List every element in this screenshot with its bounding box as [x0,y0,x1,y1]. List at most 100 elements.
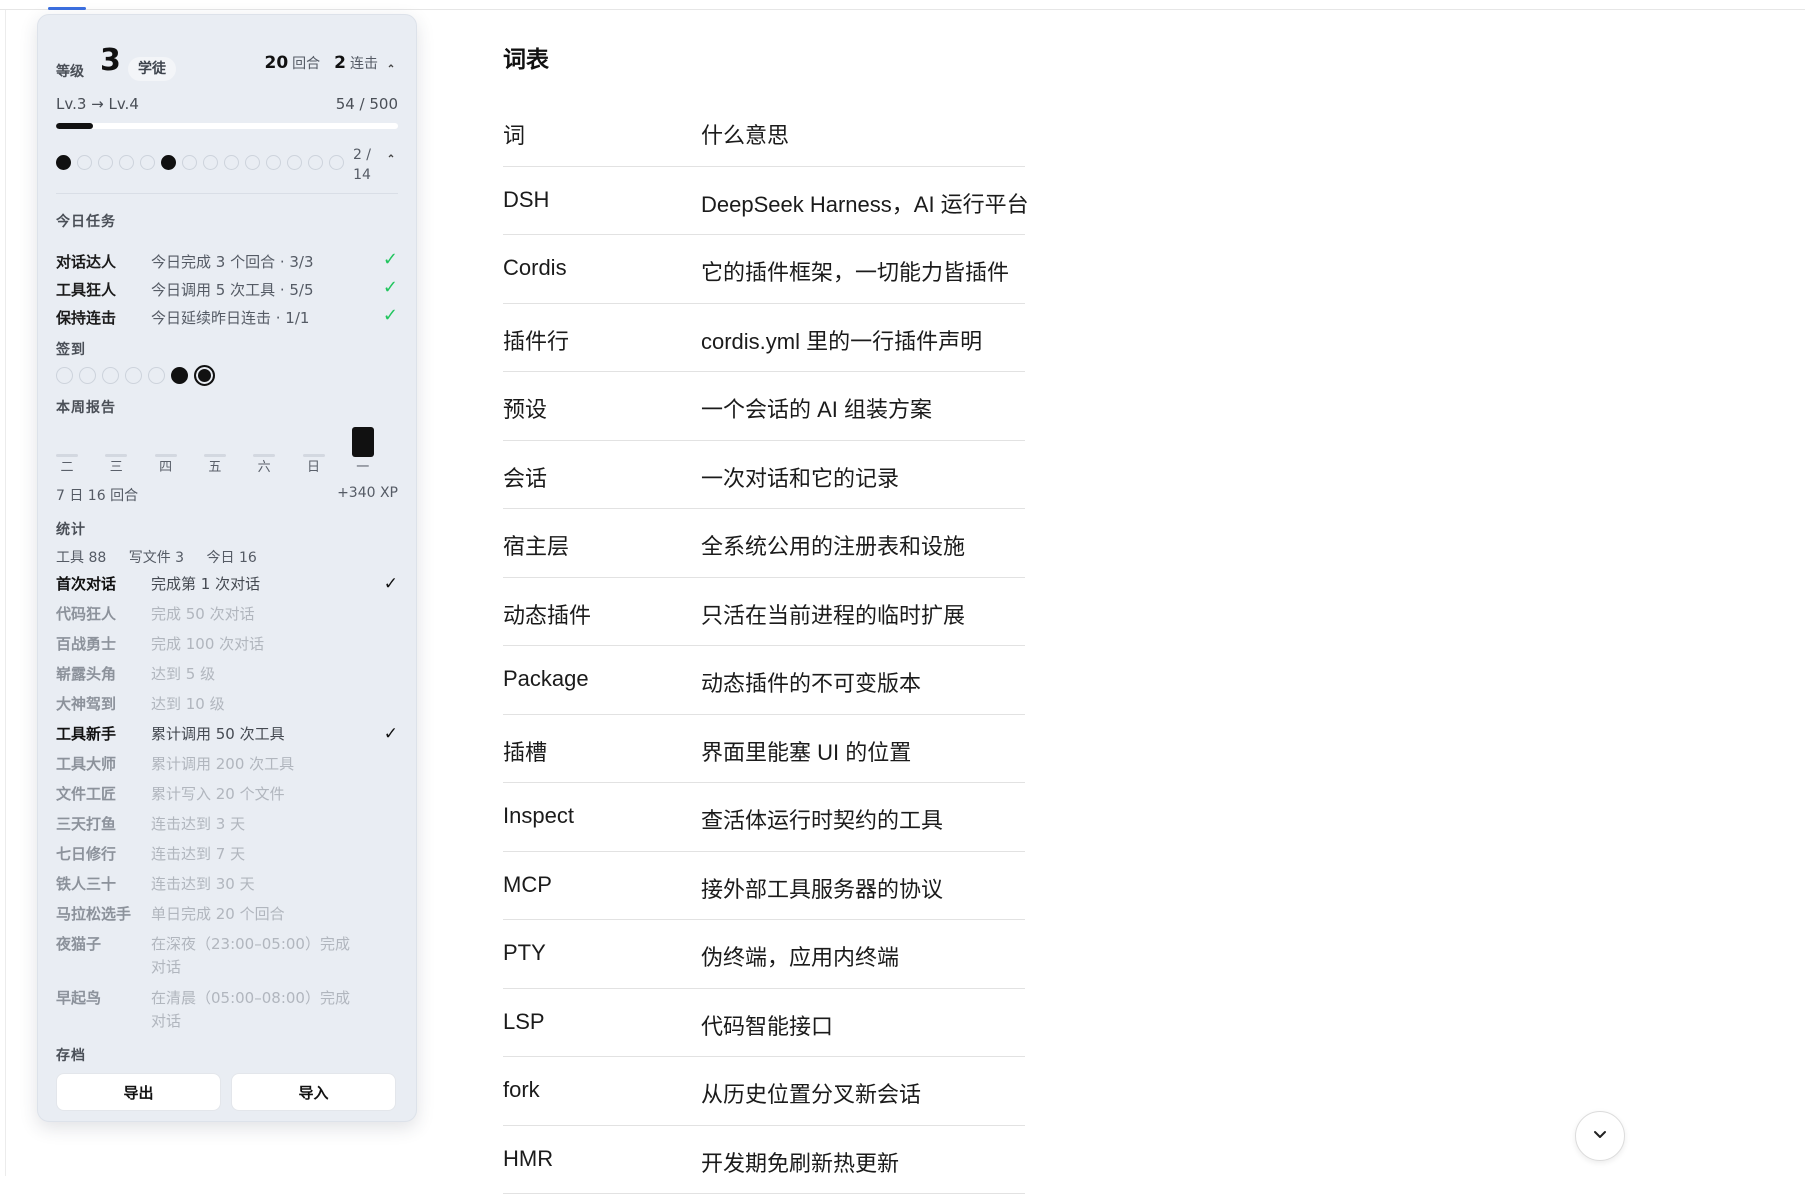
level-number: 3 [100,43,121,78]
rounds-label: 回合 [292,56,320,72]
level-header: 等级 3 学徒 20回合2连击 [56,31,398,71]
level-label: 等级 [56,61,84,81]
daily-task-row: 工具狂人今日调用 5 次工具 · 5/5✓ [56,279,398,303]
check-icon: ✓ [383,277,398,298]
milestone-dots [56,155,344,170]
export-button[interactable]: 导出 [56,1073,221,1111]
achievement-name: 夜猫子 [56,933,101,956]
week-day-column: 一 [352,415,374,475]
milestone-dot [140,155,155,170]
achievement-desc: 累计调用 200 次工具 [151,753,356,776]
daily-task-row: 对话达人 今日完成 3 个回合 · 3/3 ✓ [56,251,398,275]
signin-day-dot [125,367,142,384]
milestone-dot [182,155,197,170]
week-day-label: 三 [105,456,127,475]
rounds-count: 20 [264,53,288,73]
achievement-name: 工具大师 [56,753,116,776]
achievement-name: 铁人三十 [56,873,116,896]
signin-day-dot [171,367,188,384]
glossary-meaning: 一次对话和它的记录 [701,461,899,493]
glossary-term: 预设 [503,392,547,424]
week-day-column: 日 [303,415,325,475]
check-icon: ✓ [383,249,398,270]
chevron-down-icon [1591,1125,1609,1147]
milestone-dot [203,155,218,170]
task-name: 对话达人 [56,251,116,272]
glossary-meaning: 从历史位置分叉新会话 [701,1077,921,1109]
task-desc: 今日完成 3 个回合 · 3/3 [151,251,314,272]
glossary-row: HMR开发期免刷新热更新 [503,1126,1025,1194]
task-desc: 今日调用 5 次工具 · 5/5 [151,279,314,300]
xp-level-range: Lv.3 → Lv.4 [56,95,139,113]
active-tab-indicator[interactable] [48,7,86,10]
milestone-dot [98,155,113,170]
stat-files: 写文件 3 [129,550,184,566]
glossary-term: 插件行 [503,324,569,356]
stat-today: 今日 16 [207,550,257,566]
week-day-label: 一 [352,456,374,475]
glossary-meaning: 只活在当前进程的临时扩展 [701,598,965,630]
glossary-term: 会话 [503,461,547,493]
achievement-desc: 完成第 1 次对话 [151,573,356,596]
glossary-meaning: 开发期免刷新热更新 [701,1146,899,1178]
chevron-up-icon[interactable] [386,61,396,71]
achievement-name: 马拉松选手 [56,903,131,926]
milestone-dot [161,155,176,170]
glossary-term: 动态插件 [503,598,591,630]
glossary-term: fork [503,1077,540,1103]
glossary-row: LSP代码智能接口 [503,989,1025,1058]
glossary-meaning: 查活体运行时契约的工具 [701,803,943,835]
glossary-row: Package动态插件的不可变版本 [503,646,1025,715]
glossary-term: PTY [503,940,546,966]
weekly-rounds-summary: 7 日 16 回合 [56,485,138,505]
milestone-dot [77,155,92,170]
top-tab-strip [0,0,1805,10]
week-day-column: 六 [253,415,275,475]
glossary-row: 词什么意思 [503,98,1025,167]
glossary-term: 宿主层 [503,529,569,561]
week-day-column: 四 [155,415,177,475]
signin-title: 签到 [56,339,86,359]
achievement-desc: 达到 10 级 [151,693,356,716]
week-day-column: 二 [56,415,78,475]
achievement-desc: 达到 5 级 [151,663,356,686]
achievement-desc: 连击达到 3 天 [151,813,356,836]
achievement-name: 工具新手 [56,723,116,746]
weekly-report-title: 本周报告 [56,397,116,417]
achievement-desc: 累计调用 50 次工具 [151,723,356,746]
glossary-row: 宿主层全系统公用的注册表和设施 [503,509,1025,578]
glossary-meaning: 界面里能塞 UI 的位置 [701,735,911,767]
xp-progress-fill [56,123,93,129]
check-icon: ✓ [384,723,398,746]
glossary-row: 动态插件 只活在当前进程的临时扩展 [503,578,1025,647]
glossary-row: 预设 一个会话的 AI 组装方案 [503,372,1025,441]
glossary-meaning: 一个会话的 AI 组装方案 [701,392,932,424]
scroll-down-button[interactable] [1575,1111,1625,1161]
achievement-name: 文件工匠 [56,783,116,806]
archive-title: 存档 [56,1045,86,1065]
import-button[interactable]: 导入 [231,1073,396,1111]
signin-dots [56,365,215,386]
glossary-meaning: 什么意思 [701,118,789,150]
daily-task-row: 保持连击今日延续昨日连击 · 1/1✓ [56,307,398,331]
achievement-desc: 累计写入 20 个文件 [151,783,356,806]
chevron-up-icon[interactable] [386,151,396,164]
glossary-term: Inspect [503,803,574,829]
achievement-name: 崭露头角 [56,663,116,686]
signin-day-dot [102,367,119,384]
progress-panel: 等级 3 学徒 20回合2连击 Lv.3 → Lv.4 54 / 500 2 /… [37,14,417,1122]
xp-value: 54 / 500 [336,95,398,113]
week-day-label: 四 [155,456,177,475]
achievement-desc: 单日完成 20 个回合 [151,903,356,926]
glossary-meaning: 接外部工具服务器的协议 [701,872,943,904]
task-desc: 今日延续昨日连击 · 1/1 [151,307,309,328]
streak-label: 连击 [350,56,378,72]
milestone-dot [266,155,281,170]
milestone-dot [329,155,344,170]
milestone-dots-row: 2 / 14 [56,145,398,185]
glossary-row: 插槽界面里能塞 UI 的位置 [503,715,1025,784]
check-icon: ✓ [383,305,398,326]
glossary-title: 词表 [503,40,549,74]
rank-badge: 学徒 [128,57,176,81]
milestone-dot [308,155,323,170]
